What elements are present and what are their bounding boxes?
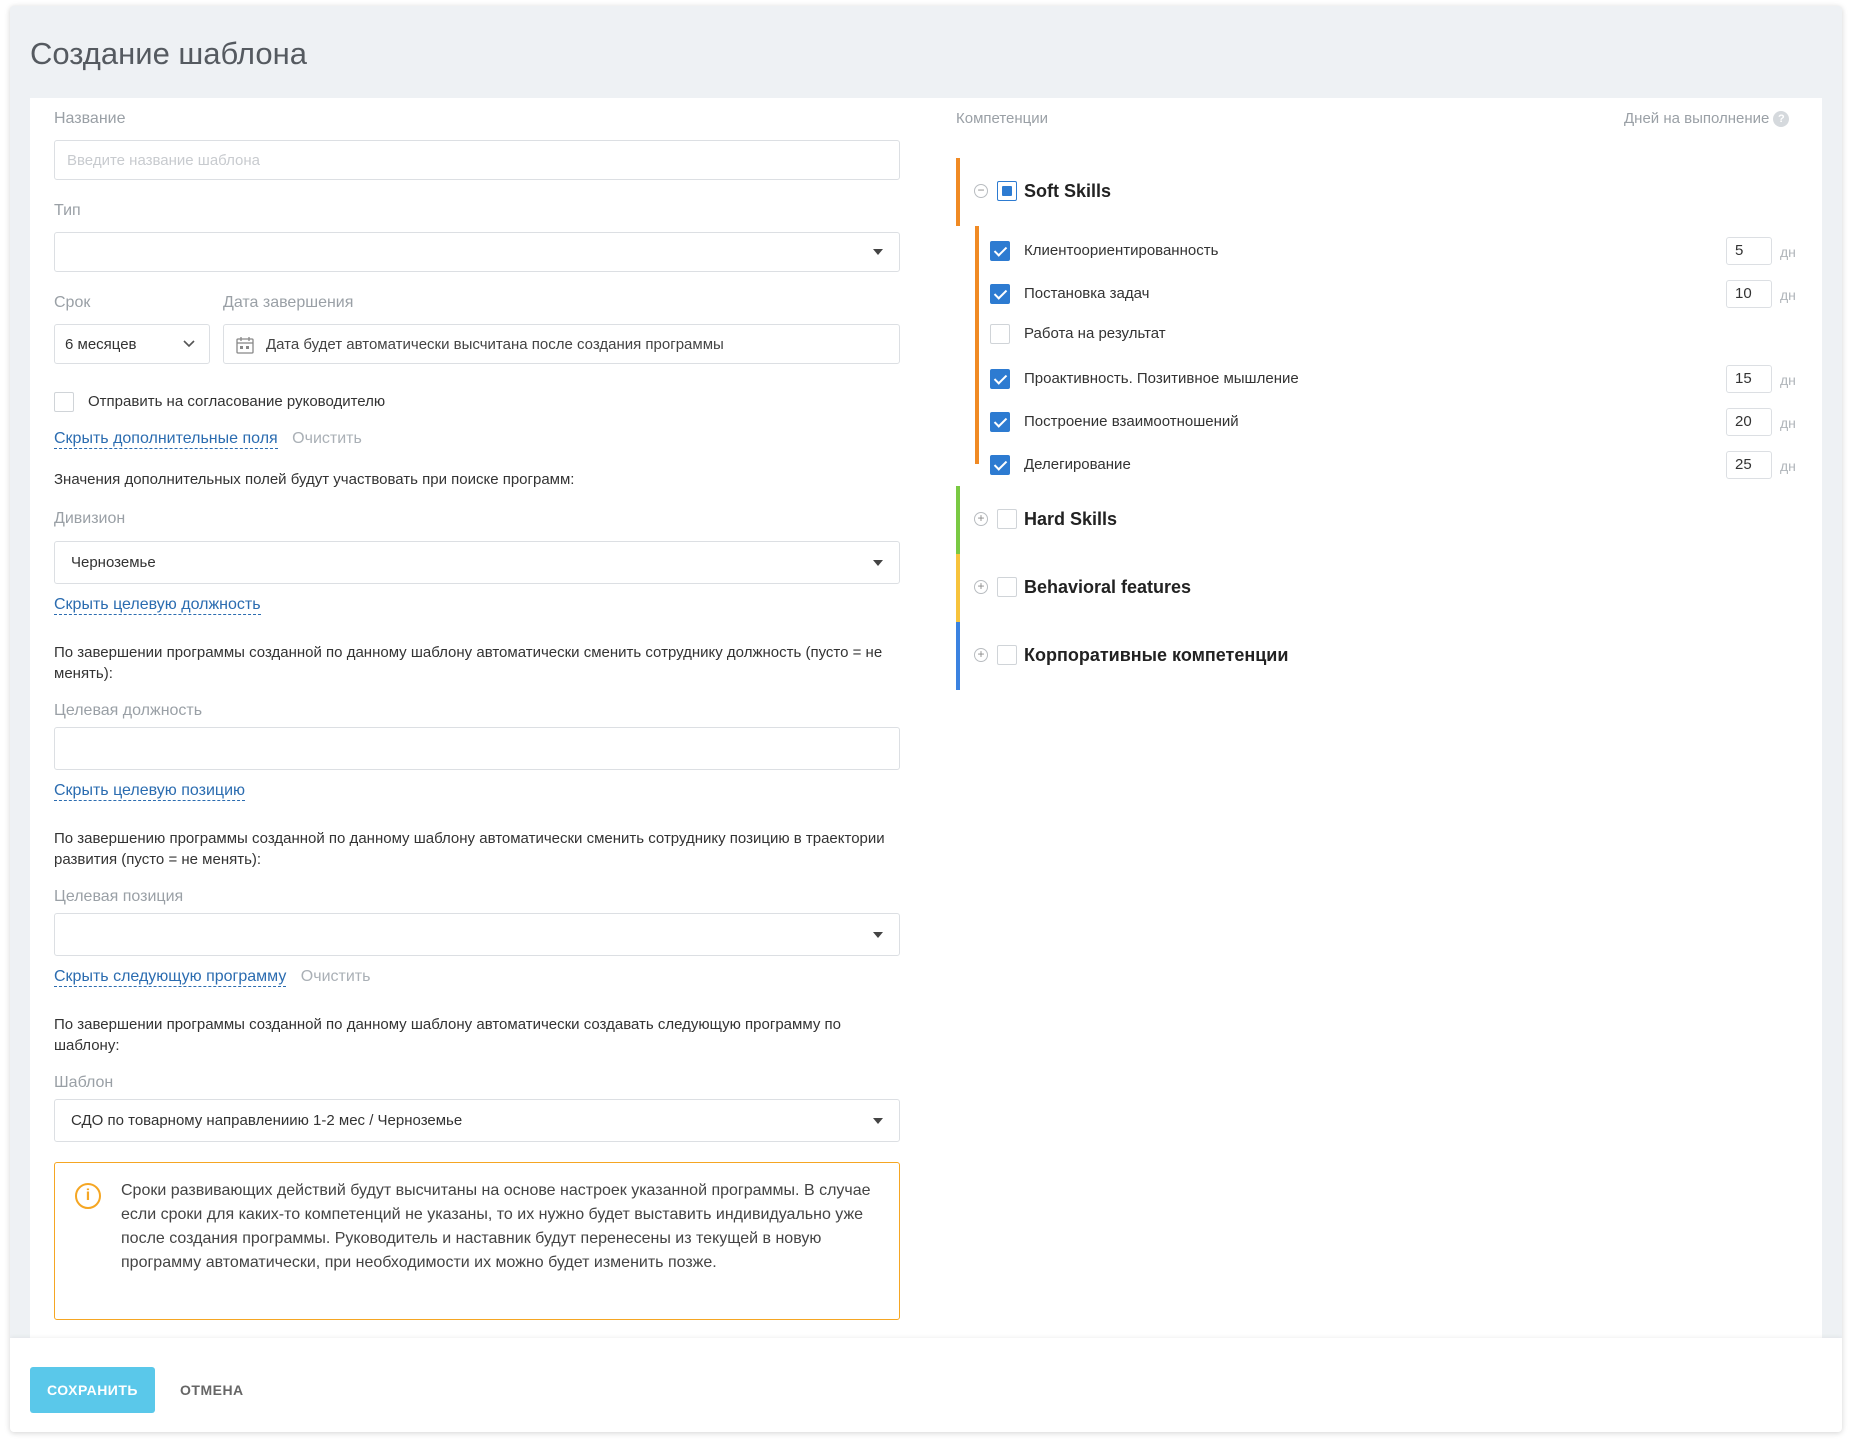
info-icon: i xyxy=(75,1183,101,1209)
competency-checkbox[interactable] xyxy=(990,241,1010,261)
corporate-checkbox[interactable] xyxy=(997,645,1017,665)
days-unit: дн xyxy=(1780,244,1796,260)
days-input[interactable]: 25 xyxy=(1726,451,1772,479)
behavioral-color-bar xyxy=(956,554,960,622)
end-date-input[interactable]: Дата будет автоматически высчитана после… xyxy=(223,324,900,364)
caret-down-icon xyxy=(873,1117,883,1124)
page-title: Создание шаблона xyxy=(30,36,307,71)
days-input[interactable]: 5 xyxy=(1726,237,1772,265)
name-label: Название xyxy=(54,110,126,127)
competency-checkbox[interactable] xyxy=(990,324,1010,344)
type-select[interactable] xyxy=(54,232,900,272)
days-header: Дней на выполнение? xyxy=(1624,110,1790,128)
template-value: СДО по товарному направлениию 1-2 мес / … xyxy=(71,1112,463,1129)
competency-checkbox[interactable] xyxy=(990,369,1010,389)
expand-icon[interactable]: + xyxy=(974,580,988,594)
corporate-color-bar xyxy=(956,622,960,690)
target-position-label: Целевая позиция xyxy=(54,888,184,905)
target-role-info: По завершении программы созданной по дан… xyxy=(54,644,883,682)
collapse-icon[interactable]: − xyxy=(974,184,988,198)
caret-down-icon xyxy=(873,559,883,566)
competency-label: Работа на результат xyxy=(1024,325,1166,342)
hard-skills-color-bar xyxy=(956,486,960,554)
clear-next-program-link[interactable]: Очистить xyxy=(301,968,371,985)
save-button[interactable]: СОХРАНИТЬ xyxy=(30,1367,155,1413)
days-input[interactable]: 10 xyxy=(1726,280,1772,308)
days-header-label: Дней на выполнение xyxy=(1624,110,1770,127)
competency-label: Постановка задач xyxy=(1024,285,1150,302)
next-program-info: По завершении программы созданной по дан… xyxy=(54,1016,841,1054)
name-input[interactable]: Введите название шаблона xyxy=(54,140,900,180)
competency-checkbox[interactable] xyxy=(990,455,1010,475)
hard-skills-checkbox[interactable] xyxy=(997,509,1017,529)
target-role-label: Целевая должность xyxy=(54,702,203,719)
clear-extra-fields-link[interactable]: Очистить xyxy=(292,430,362,447)
behavioral-title: Behavioral features xyxy=(1024,577,1192,597)
calendar-icon xyxy=(236,337,254,354)
cancel-button[interactable]: ОТМЕНА xyxy=(180,1367,280,1413)
caret-down-icon xyxy=(873,931,883,938)
approve-checkbox-label: Отправить на согласование руководителю xyxy=(88,393,386,410)
term-value: 6 месяцев xyxy=(65,336,137,353)
hide-extra-fields-link[interactable]: Скрыть дополнительные поля xyxy=(54,430,278,449)
soft-skills-color-bar xyxy=(956,158,960,226)
competencies-header: Компетенции xyxy=(956,110,1049,127)
days-unit: дн xyxy=(1780,372,1796,388)
approve-checkbox[interactable] xyxy=(54,392,74,412)
expand-icon[interactable]: + xyxy=(974,512,988,526)
division-value: Черноземье xyxy=(71,554,156,571)
competency-label: Проактивность. Позитивное мышление xyxy=(1024,370,1299,387)
hide-next-program-link[interactable]: Скрыть следующую программу xyxy=(54,968,287,987)
division-label: Дивизион xyxy=(54,510,126,527)
soft-skills-items-bar xyxy=(975,226,979,464)
division-select[interactable]: Черноземье xyxy=(54,541,900,584)
days-input[interactable]: 15 xyxy=(1726,365,1772,393)
help-icon[interactable]: ? xyxy=(1773,111,1790,128)
end-date-label: Дата завершения xyxy=(223,294,354,311)
hide-target-position-link[interactable]: Скрыть целевую позицию xyxy=(54,782,245,801)
notice-text: Сроки развивающих действий будут высчита… xyxy=(121,1182,871,1271)
days-unit: дн xyxy=(1780,458,1796,474)
soft-skills-checkbox[interactable] xyxy=(997,181,1017,201)
footer-bar: СОХРАНИТЬ ОТМЕНА xyxy=(10,1338,1842,1432)
days-input[interactable]: 20 xyxy=(1726,408,1772,436)
extra-fields-info: Значения дополнительных полей будут учас… xyxy=(54,471,575,488)
competency-label: Построение взаимоотношений xyxy=(1024,413,1239,430)
competency-label: Клиентоориентированность xyxy=(1024,242,1219,259)
days-unit: дн xyxy=(1780,415,1796,431)
target-role-input[interactable] xyxy=(54,727,900,770)
type-label: Тип xyxy=(54,202,81,219)
caret-down-icon xyxy=(873,249,883,255)
soft-skills-title: Soft Skills xyxy=(1024,181,1112,201)
info-notice: i Сроки развивающих действий будут высчи… xyxy=(54,1162,900,1320)
end-date-value: Дата будет автоматически высчитана после… xyxy=(266,336,724,353)
competency-checkbox[interactable] xyxy=(990,412,1010,432)
competency-checkbox[interactable] xyxy=(990,284,1010,304)
template-label: Шаблон xyxy=(54,1074,114,1091)
days-unit: дн xyxy=(1780,287,1796,303)
form-panel: Название Введите название шаблона Тип Ср… xyxy=(30,98,1822,1338)
competency-label: Делегирование xyxy=(1024,456,1131,473)
name-placeholder: Введите название шаблона xyxy=(67,152,260,169)
template-create-window: Создание шаблона Название Введите назван… xyxy=(10,6,1842,1432)
hide-target-role-link[interactable]: Скрыть целевую должность xyxy=(54,596,261,615)
term-select[interactable]: 6 месяцев xyxy=(54,324,210,364)
hard-skills-title: Hard Skills xyxy=(1024,509,1118,529)
corporate-title: Корпоративные компетенции xyxy=(1024,645,1289,665)
behavioral-checkbox[interactable] xyxy=(997,577,1017,597)
term-label: Срок xyxy=(54,294,91,311)
target-position-info: По завершению программы созданной по дан… xyxy=(54,830,885,868)
expand-icon[interactable]: + xyxy=(974,648,988,662)
chevron-down-icon xyxy=(183,340,195,348)
target-position-select[interactable] xyxy=(54,913,900,956)
template-select[interactable]: СДО по товарному направлениию 1-2 мес / … xyxy=(54,1099,900,1142)
